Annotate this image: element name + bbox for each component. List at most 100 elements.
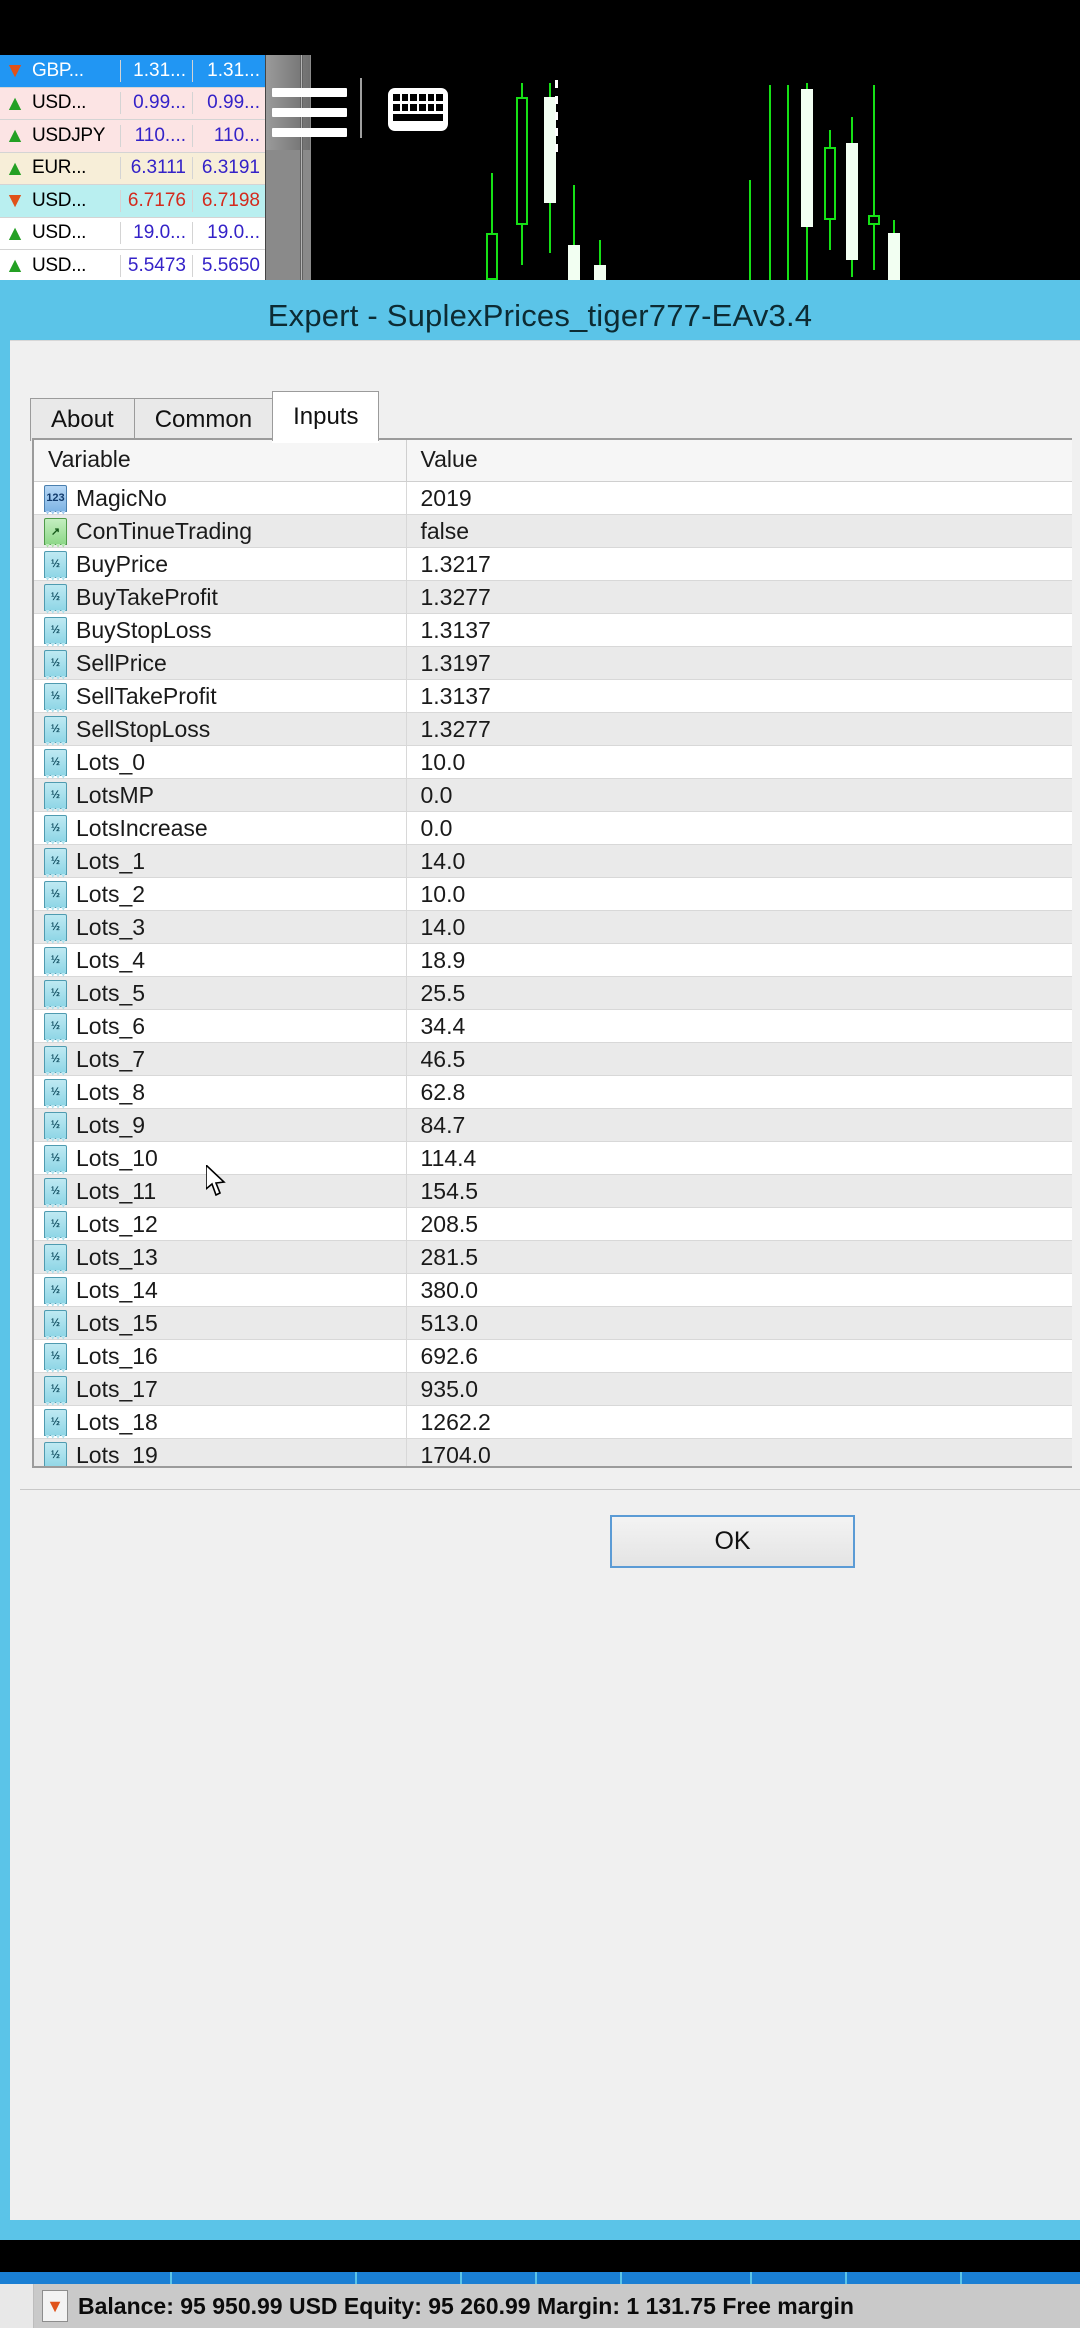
value-cell[interactable]: 0.0 — [406, 778, 1072, 812]
variable-cell[interactable]: ½ Lots_15 — [34, 1306, 407, 1340]
variable-cell[interactable]: ½ SellStopLoss — [34, 712, 407, 746]
value-cell[interactable]: 1262.2 — [406, 1405, 1072, 1439]
market-watch-row[interactable]: ▲ USD... 5.5473 5.5650 — [0, 250, 265, 283]
column-header-variable[interactable]: Variable — [34, 440, 407, 482]
tab-inputs[interactable]: Inputs — [272, 391, 380, 441]
variable-cell[interactable]: ½ Lots_16 — [34, 1339, 407, 1373]
table-row[interactable]: 123 MagicNo 2019 — [34, 481, 1072, 515]
value-cell[interactable]: 1.3137 — [406, 679, 1072, 713]
table-row[interactable]: ½ BuyTakeProfit 1.3277 — [34, 580, 1072, 614]
value-cell[interactable]: 0.0 — [406, 811, 1072, 845]
value-cell[interactable]: 34.4 — [406, 1009, 1072, 1043]
variable-cell[interactable]: ½ Lots_18 — [34, 1405, 407, 1439]
table-row[interactable]: ½ Lots_11 154.5 — [34, 1174, 1072, 1208]
variable-cell[interactable]: ½ LotsMP — [34, 778, 407, 812]
value-cell[interactable]: 14.0 — [406, 844, 1072, 878]
column-header-value[interactable]: Value — [406, 440, 1072, 482]
value-cell[interactable]: 1704.0 — [406, 1438, 1072, 1466]
table-row[interactable]: ½ Lots_15 513.0 — [34, 1306, 1072, 1340]
table-row[interactable]: ½ SellStopLoss 1.3277 — [34, 712, 1072, 746]
tab-common[interactable]: Common — [133, 398, 274, 441]
variable-cell[interactable]: ½ Lots_7 — [34, 1042, 407, 1076]
value-cell[interactable]: 1.3277 — [406, 580, 1072, 614]
inputs-table-container[interactable]: Variable Value 123 MagicNo 2019 ↗ ConTinueTr… — [32, 438, 1072, 1468]
variable-cell[interactable]: ½ Lots_2 — [34, 877, 407, 911]
table-row[interactable]: ½ LotsIncrease 0.0 — [34, 811, 1072, 845]
variable-cell[interactable]: ½ BuyTakeProfit — [34, 580, 407, 614]
table-row[interactable]: ½ Lots_13 281.5 — [34, 1240, 1072, 1274]
value-cell[interactable]: 25.5 — [406, 976, 1072, 1010]
variable-cell[interactable]: ½ BuyPrice — [34, 547, 407, 581]
table-row[interactable]: ½ Lots_16 692.6 — [34, 1339, 1072, 1373]
table-row[interactable]: ½ Lots_6 34.4 — [34, 1009, 1072, 1043]
table-row[interactable]: ½ Lots_1 14.0 — [34, 844, 1072, 878]
value-cell[interactable]: 46.5 — [406, 1042, 1072, 1076]
value-cell[interactable]: 1.3217 — [406, 547, 1072, 581]
variable-cell[interactable]: ½ Lots_8 — [34, 1075, 407, 1109]
value-cell[interactable]: 380.0 — [406, 1273, 1072, 1307]
table-row[interactable]: ½ Lots_3 14.0 — [34, 910, 1072, 944]
variable-cell[interactable]: ½ Lots_13 — [34, 1240, 407, 1274]
variable-cell[interactable]: ½ Lots_1 — [34, 844, 407, 878]
variable-cell[interactable]: ↗ ConTinueTrading — [34, 514, 407, 548]
value-cell[interactable]: 14.0 — [406, 910, 1072, 944]
variable-cell[interactable]: 123 MagicNo — [34, 481, 407, 515]
table-row[interactable]: ½ Lots_4 18.9 — [34, 943, 1072, 977]
variable-cell[interactable]: ½ Lots_9 — [34, 1108, 407, 1142]
market-watch-row[interactable]: ▲ USD... 0.99... 0.99... — [0, 87, 265, 120]
value-cell[interactable]: 1.3197 — [406, 646, 1072, 680]
bottom-tab-strip[interactable] — [0, 2272, 1080, 2284]
table-row[interactable]: ½ Lots_7 46.5 — [34, 1042, 1072, 1076]
table-row[interactable]: ½ SellPrice 1.3197 — [34, 646, 1072, 680]
table-row[interactable]: ½ Lots_14 380.0 — [34, 1273, 1072, 1307]
value-cell[interactable]: 18.9 — [406, 943, 1072, 977]
ok-button[interactable]: OK — [610, 1515, 855, 1568]
value-cell[interactable]: 2019 — [406, 481, 1072, 515]
variable-cell[interactable]: ½ Lots_5 — [34, 976, 407, 1010]
table-row[interactable]: ½ BuyStopLoss 1.3137 — [34, 613, 1072, 647]
variable-cell[interactable]: ½ Lots_19 — [34, 1438, 407, 1466]
value-cell[interactable]: 1.3277 — [406, 712, 1072, 746]
variable-cell[interactable]: ½ SellTakeProfit — [34, 679, 407, 713]
value-cell[interactable]: 10.0 — [406, 745, 1072, 779]
table-row[interactable]: ½ Lots_8 62.8 — [34, 1075, 1072, 1109]
table-row[interactable]: ½ Lots_0 10.0 — [34, 745, 1072, 779]
variable-cell[interactable]: ½ SellPrice — [34, 646, 407, 680]
variable-cell[interactable]: ½ Lots_6 — [34, 1009, 407, 1043]
value-cell[interactable]: 1.3137 — [406, 613, 1072, 647]
value-cell[interactable]: 114.4 — [406, 1141, 1072, 1175]
market-watch-row[interactable]: ▼ GBP... 1.31... 1.31... — [0, 55, 265, 88]
table-row[interactable]: ½ Lots_17 935.0 — [34, 1372, 1072, 1406]
table-row[interactable]: ½ Lots_2 10.0 — [34, 877, 1072, 911]
value-cell[interactable]: 935.0 — [406, 1372, 1072, 1406]
value-cell[interactable]: 84.7 — [406, 1108, 1072, 1142]
variable-cell[interactable]: ½ Lots_0 — [34, 745, 407, 779]
market-watch-row[interactable]: ▲ USDJPY 110.... 110... — [0, 120, 265, 153]
table-row[interactable]: ½ Lots_10 114.4 — [34, 1141, 1072, 1175]
variable-cell[interactable]: ½ Lots_3 — [34, 910, 407, 944]
variable-cell[interactable]: ½ Lots_17 — [34, 1372, 407, 1406]
market-watch-row[interactable]: ▼ USD... 6.7176 6.7198 — [0, 185, 265, 218]
variable-cell[interactable]: ½ Lots_14 — [34, 1273, 407, 1307]
table-row[interactable]: ½ LotsMP 0.0 — [34, 778, 1072, 812]
value-cell[interactable]: 154.5 — [406, 1174, 1072, 1208]
value-cell[interactable]: 208.5 — [406, 1207, 1072, 1241]
variable-cell[interactable]: ½ Lots_4 — [34, 943, 407, 977]
variable-cell[interactable]: ½ BuyStopLoss — [34, 613, 407, 647]
value-cell[interactable]: 10.0 — [406, 877, 1072, 911]
market-watch-panel[interactable]: ▼ GBP... 1.31... 1.31... ▲ USD... 0.99... 0.99.… — [0, 55, 265, 283]
table-row[interactable]: ½ BuyPrice 1.3217 — [34, 547, 1072, 581]
table-row[interactable]: ½ Lots_9 84.7 — [34, 1108, 1072, 1142]
table-row[interactable]: ½ Lots_12 208.5 — [34, 1207, 1072, 1241]
table-row[interactable]: ½ Lots_18 1262.2 — [34, 1405, 1072, 1439]
table-row[interactable]: ½ SellTakeProfit 1.3137 — [34, 679, 1072, 713]
value-cell[interactable]: false — [406, 514, 1072, 548]
value-cell[interactable]: 513.0 — [406, 1306, 1072, 1340]
table-row[interactable]: ↗ ConTinueTrading false — [34, 514, 1072, 548]
variable-cell[interactable]: ½ LotsIncrease — [34, 811, 407, 845]
variable-cell[interactable]: ½ Lots_12 — [34, 1207, 407, 1241]
keyboard-icon[interactable] — [388, 88, 448, 131]
value-cell[interactable]: 62.8 — [406, 1075, 1072, 1109]
tab-about[interactable]: About — [30, 398, 135, 441]
market-watch-row[interactable]: ▲ EUR... 6.3111 6.3191 — [0, 152, 265, 185]
